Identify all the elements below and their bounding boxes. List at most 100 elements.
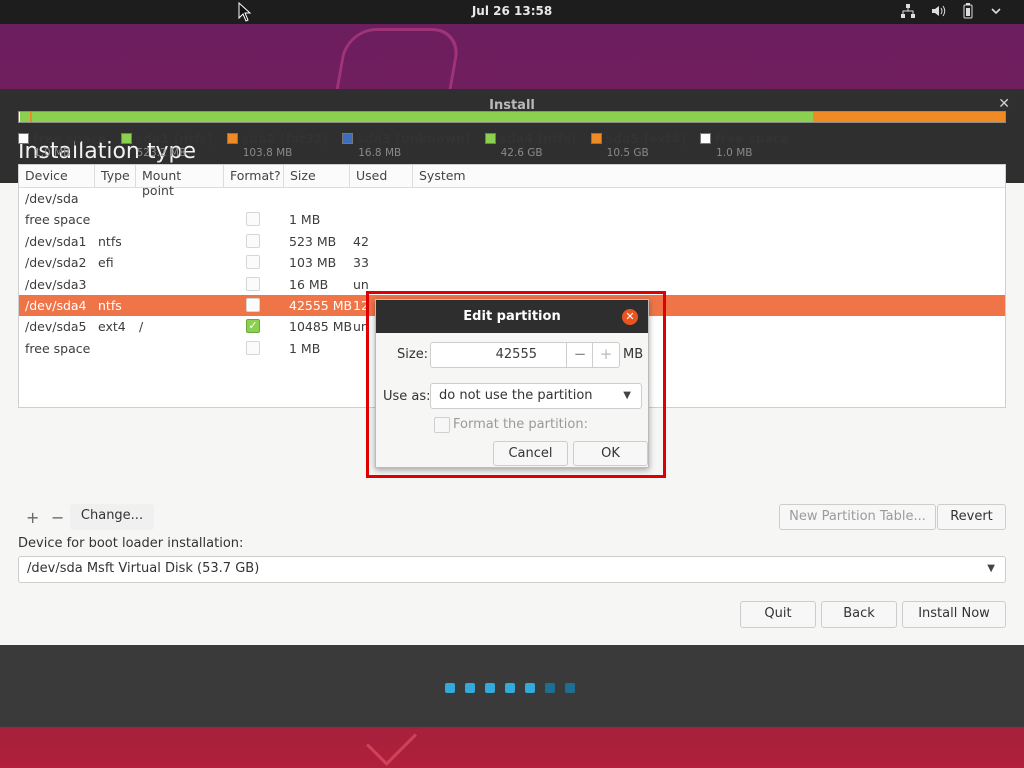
cell-used: un [353, 276, 369, 292]
dialog-title: Edit partition ✕ [376, 300, 648, 333]
column-header-used[interactable]: Used [350, 165, 413, 187]
installer-footer [0, 645, 1024, 727]
progress-dot [505, 683, 515, 693]
legend-swatch [226, 133, 238, 144]
change-button[interactable]: Change... [70, 504, 154, 530]
legend-label: sda5 (ext4) [605, 131, 687, 146]
legend-item: free space 1.0 MB [700, 131, 789, 159]
table-row[interactable]: free space 1 MB [19, 209, 1005, 230]
partition-legend: free space 1.0 MB sda1 (ntfs) 523.2 MB sda2 … [18, 131, 789, 159]
progress-dot [565, 683, 575, 693]
increase-size-button[interactable]: + [592, 343, 619, 367]
size-input[interactable]: 42555 [496, 347, 537, 362]
install-now-button[interactable]: Install Now [902, 601, 1006, 628]
format-checkbox[interactable] [246, 276, 260, 291]
cell-device: free space [25, 340, 91, 356]
cell-device: free space [25, 212, 91, 228]
progress-dot [465, 683, 475, 693]
new-partition-table-button[interactable]: New Partition Table... [779, 504, 936, 530]
legend-size: 523.2 MB [136, 147, 187, 159]
cell-device: /dev/sda3 [25, 276, 87, 292]
legend-label: sda2 (fat32) [241, 131, 329, 146]
close-icon[interactable]: ✕ [622, 309, 638, 325]
format-partition-checkbox[interactable] [434, 417, 450, 433]
legend-swatch [342, 133, 354, 144]
legend-swatch [590, 133, 602, 144]
add-partition-button[interactable]: + [26, 508, 39, 527]
remove-partition-button[interactable]: − [51, 508, 64, 527]
progress-dot [445, 683, 455, 693]
cancel-button[interactable]: Cancel [493, 441, 568, 466]
quit-button[interactable]: Quit [740, 601, 816, 628]
format-checkbox[interactable] [246, 255, 260, 270]
cell-size: 1 MB [289, 212, 321, 228]
legend-size: 103.8 MB [242, 147, 293, 159]
use-as-label: Use as: [383, 389, 431, 404]
cell-size: 103 MB [289, 255, 337, 271]
ok-button[interactable]: OK [573, 441, 648, 466]
format-checkbox[interactable] [246, 297, 260, 312]
edit-partition-dialog: Edit partition ✕ Size: 42555 − + MB Use … [375, 299, 649, 468]
format-checkbox[interactable] [246, 212, 260, 227]
top-bar: Jul 26 13:58 [0, 0, 1024, 24]
legend-size: 1.0 MB [716, 147, 753, 159]
dropdown-arrow-icon: ▼ [987, 563, 995, 574]
use-as-select[interactable]: do not use the partition ▼ [430, 383, 642, 409]
legend-item: free space 1.0 MB [18, 131, 107, 159]
legend-swatch [484, 133, 496, 144]
progress-dots [445, 683, 575, 693]
format-checkbox[interactable] [246, 340, 260, 355]
clock[interactable]: Jul 26 13:58 [0, 4, 1024, 18]
legend-size: 10.5 GB [606, 147, 649, 159]
cell-device: /dev/sda [25, 191, 79, 206]
dialog-title-text: Edit partition [463, 309, 561, 324]
cell-device: /dev/sda2 [25, 255, 87, 271]
battery-icon [960, 3, 976, 19]
legend-item: sda4 (ntfs) 42.6 GB [484, 131, 577, 159]
back-button[interactable]: Back [821, 601, 897, 628]
column-header-size[interactable]: Size [284, 165, 350, 187]
table-row[interactable]: /dev/sda [19, 188, 1005, 209]
format-checkbox[interactable]: ✓ [246, 319, 260, 334]
cell-used: 33 [353, 255, 369, 271]
progress-dot [485, 683, 495, 693]
legend-swatch [120, 133, 132, 144]
cell-type: efi [98, 255, 114, 271]
system-tray[interactable] [900, 3, 1006, 19]
decrease-size-button[interactable]: − [566, 343, 593, 367]
bootloader-value: /dev/sda Msft Virtual Disk (53.7 GB) [27, 561, 260, 576]
format-checkbox[interactable] [246, 233, 260, 248]
revert-button[interactable]: Revert [937, 504, 1006, 530]
column-header-type[interactable]: Type [95, 165, 136, 187]
partition-bar-segment [32, 112, 814, 122]
cell-device: /dev/sda1 [25, 233, 87, 249]
cell-size: 42555 MB [289, 297, 353, 313]
format-partition-label: Format the partition: [453, 417, 588, 432]
cell-used: 42 [353, 233, 369, 249]
cell-size: 16 MB [289, 276, 329, 292]
legend-size: 42.6 GB [500, 147, 543, 159]
cell-size: 523 MB [289, 233, 337, 249]
bootloader-select[interactable]: /dev/sda Msft Virtual Disk (53.7 GB) ▼ [18, 556, 1006, 583]
legend-label: sda4 (ntfs) [499, 131, 577, 146]
cell-mount: / [139, 319, 144, 335]
close-icon[interactable]: ✕ [998, 96, 1010, 112]
legend-label: free space [33, 131, 107, 146]
column-header-device[interactable]: Device [19, 165, 95, 187]
cell-device: /dev/sda5 [25, 319, 87, 335]
column-header-system[interactable]: System [413, 165, 1005, 187]
table-row[interactable]: /dev/sda1 ntfs 523 MB 42 [19, 231, 1005, 252]
legend-item: sda3 (unknown) 16.8 MB [342, 131, 471, 159]
legend-item: sda2 (fat32) 103.8 MB [226, 131, 329, 159]
size-spinbox[interactable]: 42555 − + [430, 342, 620, 368]
cell-size: 10485 MB [289, 319, 353, 335]
size-label: Size: [397, 347, 429, 362]
column-header-format[interactable]: Format? [224, 165, 284, 187]
column-header-mount[interactable]: Mount point [136, 165, 224, 198]
cell-size: 1 MB [289, 340, 321, 356]
partition-bar-segment [19, 112, 30, 122]
legend-item: sda5 (ext4) 10.5 GB [590, 131, 687, 159]
table-row[interactable]: /dev/sda2 efi 103 MB 33 [19, 252, 1005, 273]
progress-dot [525, 683, 535, 693]
partition-bar [18, 111, 1006, 123]
